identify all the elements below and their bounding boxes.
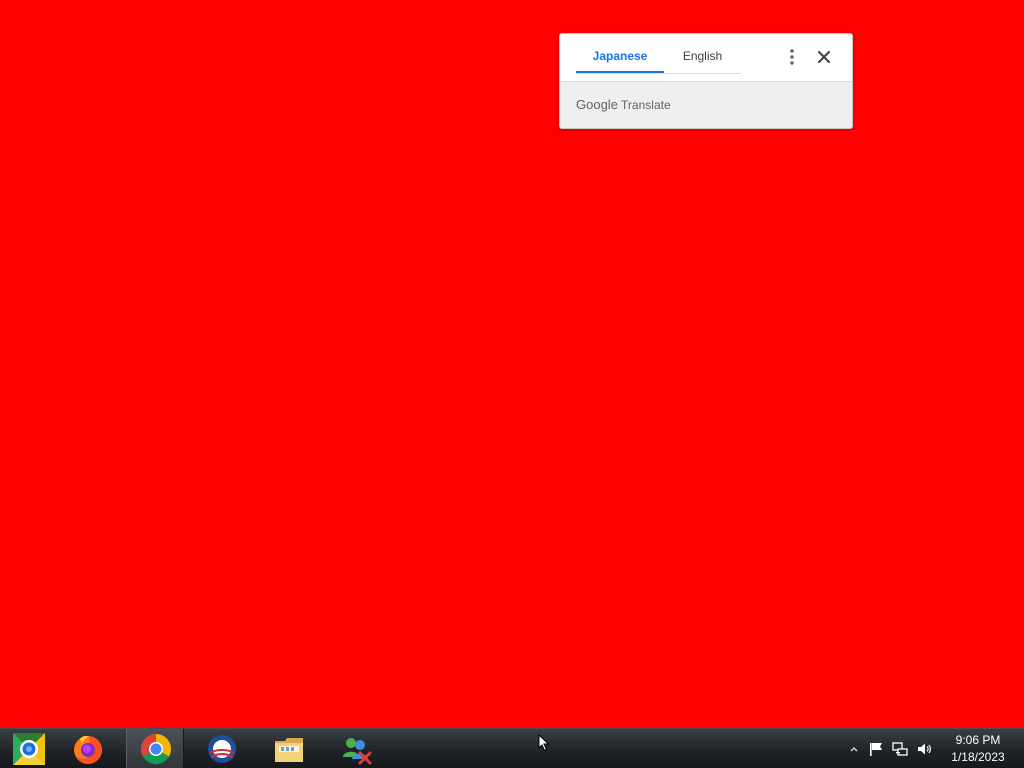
tab-japanese[interactable]: Japanese <box>576 34 664 73</box>
taskbar-app-chrome[interactable] <box>126 729 184 768</box>
volume-button[interactable] <box>916 741 932 757</box>
translate-text: Translate <box>621 98 671 112</box>
system-tray <box>840 729 940 768</box>
close-button[interactable] <box>814 46 834 68</box>
taskbar: 9:06 PM 1/18/2023 <box>0 728 1024 768</box>
more-options-button[interactable] <box>782 46 802 68</box>
action-center-flag-icon <box>870 743 882 756</box>
folder-icon <box>275 738 303 762</box>
desktop[interactable] <box>0 0 1024 728</box>
network-icon <box>892 742 908 756</box>
google-logo-text: Google <box>576 97 618 112</box>
firefox-icon <box>74 735 102 764</box>
translate-popup-header: Japanese English <box>560 34 852 82</box>
taskbar-app-obama[interactable] <box>193 729 251 768</box>
taskbar-app-messenger[interactable] <box>327 729 385 768</box>
volume-icon <box>918 743 932 755</box>
clock-date: 1/18/2023 <box>951 750 1005 764</box>
translate-popup-footer: Google Translate <box>560 82 852 128</box>
google-translate-brand: Google Translate <box>576 97 671 112</box>
taskbar-clock[interactable]: 9:06 PM 1/18/2023 <box>940 732 1016 766</box>
close-icon <box>818 51 830 63</box>
obama-logo-icon <box>208 735 236 763</box>
clock-time: 9:06 PM <box>955 733 1001 747</box>
mouse-cursor-icon <box>538 734 550 752</box>
language-tabs: Japanese English <box>576 34 741 74</box>
messenger-icon <box>343 738 372 765</box>
chromium-icon <box>13 733 45 765</box>
more-vertical-icon <box>790 49 794 65</box>
chrome-icon <box>140 734 172 765</box>
show-hidden-icons-icon <box>850 747 858 752</box>
taskbar-app-firefox[interactable] <box>59 729 117 768</box>
action-center-button[interactable] <box>868 741 884 757</box>
taskbar-app-chromium[interactable] <box>0 729 58 768</box>
taskbar-app-file-explorer[interactable] <box>260 729 318 768</box>
tab-english[interactable]: English <box>664 34 741 73</box>
show-hidden-icons-button[interactable] <box>846 741 862 757</box>
translate-popup: Japanese English Google Translate <box>559 33 853 129</box>
network-button[interactable] <box>892 741 908 757</box>
